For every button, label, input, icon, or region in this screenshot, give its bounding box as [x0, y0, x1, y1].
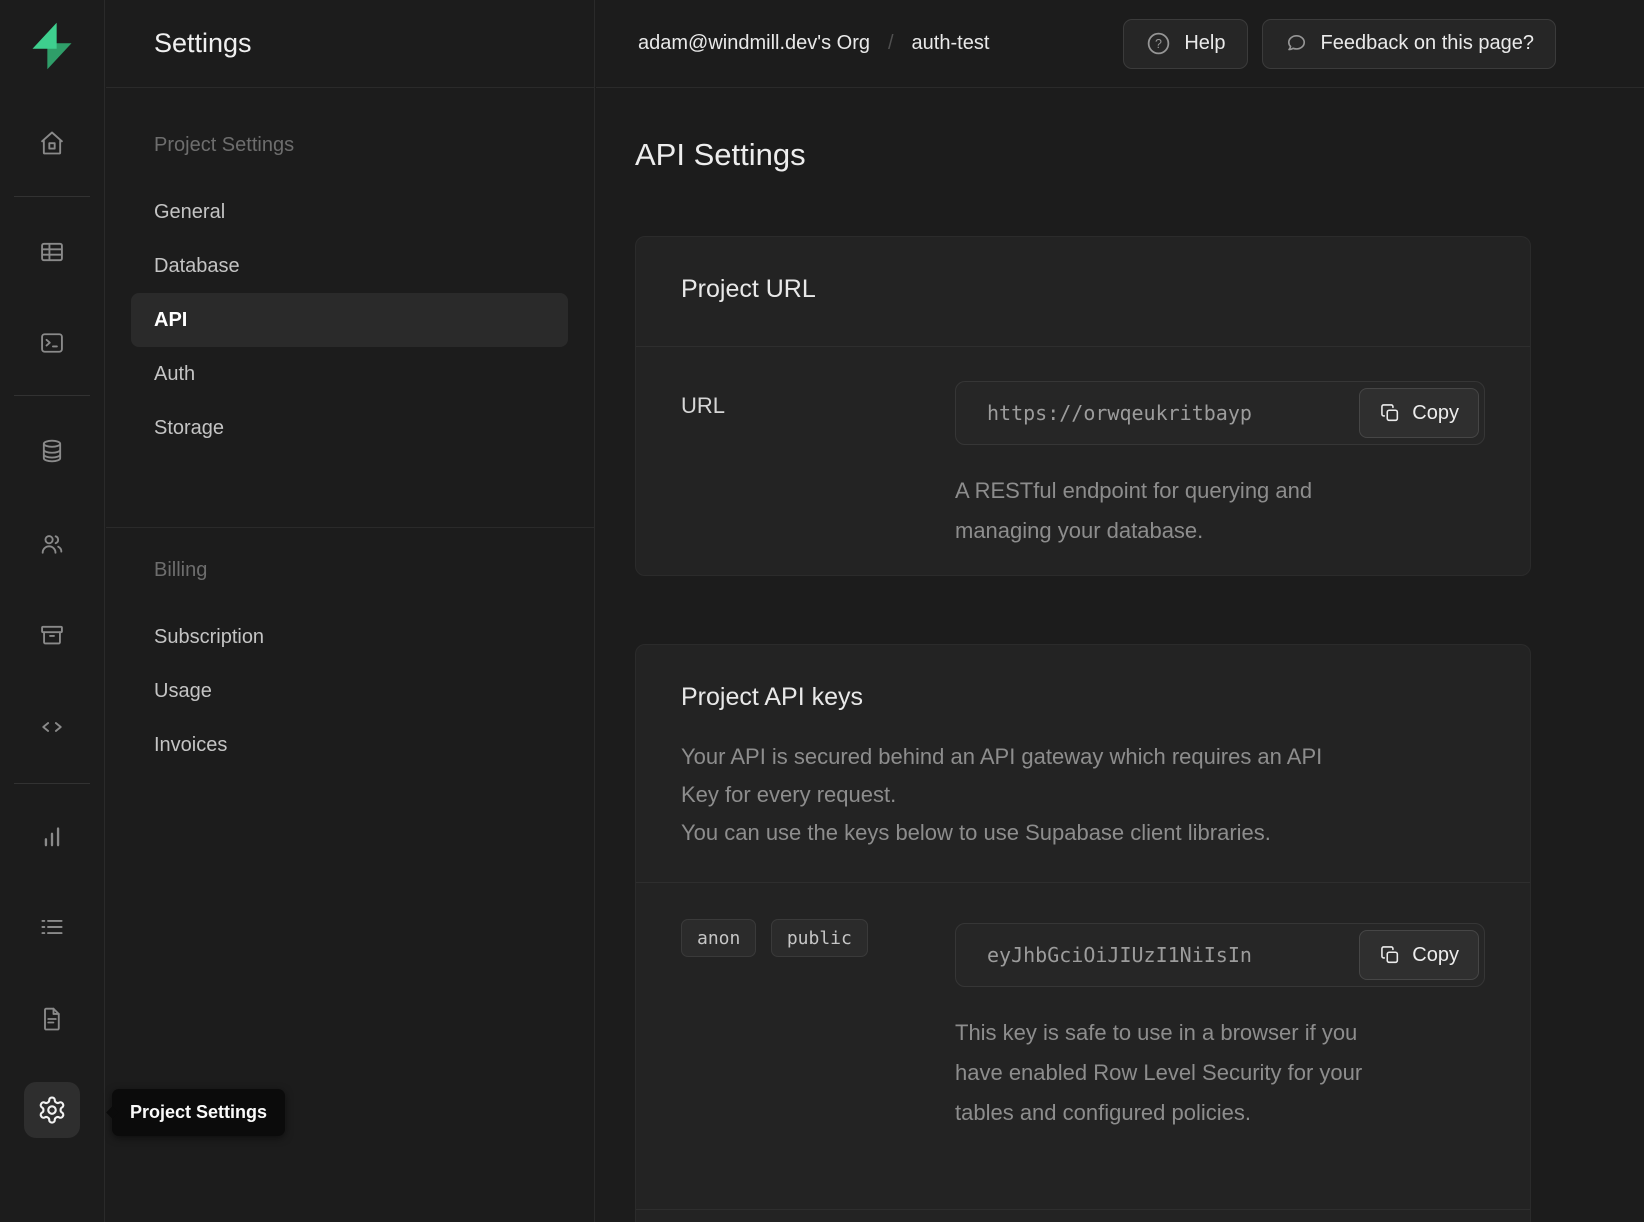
sidebar-item-database[interactable]: Database [106, 239, 594, 293]
project-url-card-title: Project URL [636, 237, 1530, 346]
help-button[interactable]: ? Help [1123, 19, 1247, 69]
icon-rail [0, 0, 105, 1222]
edge-functions-icon[interactable] [36, 711, 68, 743]
tooltip-label: Project Settings [130, 1102, 267, 1123]
feedback-button[interactable]: Feedback on this page? [1262, 19, 1557, 69]
copy-anon-key-label: Copy [1412, 944, 1459, 967]
api-docs-icon[interactable] [36, 1003, 68, 1035]
project-settings-gear-button[interactable] [24, 1082, 80, 1138]
sidebar-item-invoices[interactable]: Invoices [106, 718, 594, 772]
copy-anon-key-button[interactable]: Copy [1359, 930, 1479, 980]
sidebar-item-usage[interactable]: Usage [106, 664, 594, 718]
sidebar-section-divider [106, 527, 594, 528]
anon-key-description: This key is safe to use in a browser if … [955, 1013, 1485, 1133]
api-keys-intro: Your API is secured behind an API gatewa… [681, 738, 1485, 852]
home-icon[interactable] [36, 127, 68, 159]
api-keys-card: Project API keys Your API is secured beh… [635, 644, 1531, 1222]
settings-sidebar: Settings Project Settings General Databa… [106, 0, 595, 1222]
project-settings-tooltip: Project Settings [112, 1089, 285, 1136]
sidebar-title: Settings [106, 0, 594, 88]
sidebar-item-subscription[interactable]: Subscription [106, 610, 594, 664]
anon-badge: anon [681, 919, 756, 957]
project-url-card: Project URL URL https://orwqeukritbayp [635, 236, 1531, 576]
copy-icon [1379, 402, 1401, 424]
sidebar-item-storage[interactable]: Storage [106, 401, 594, 455]
copy-url-button[interactable]: Copy [1359, 388, 1479, 438]
breadcrumb-org[interactable]: adam@windmill.dev's Org [638, 32, 870, 55]
section-heading-project-settings: Project Settings [106, 133, 594, 157]
feedback-label: Feedback on this page? [1321, 32, 1535, 55]
breadcrumb-project[interactable]: auth-test [912, 32, 990, 55]
table-editor-icon[interactable] [36, 236, 68, 268]
help-label: Help [1184, 32, 1225, 55]
settings-nav: Project Settings General Database API Au… [106, 88, 594, 772]
storage-icon[interactable] [36, 619, 68, 651]
rail-divider [14, 783, 90, 784]
copy-icon [1379, 944, 1401, 966]
public-badge: public [771, 919, 868, 957]
svg-text:?: ? [1155, 37, 1162, 51]
sidebar-item-general[interactable]: General [106, 185, 594, 239]
gear-icon [37, 1095, 67, 1125]
reports-icon[interactable] [36, 821, 68, 853]
auth-users-icon[interactable] [36, 528, 68, 560]
project-url-field[interactable]: https://orwqeukritbayp Copy [955, 381, 1485, 445]
sql-editor-icon[interactable] [36, 327, 68, 359]
anon-key-field[interactable]: eyJhbGciOiJIUzI1NiIsIn Copy [955, 923, 1485, 987]
rail-divider [14, 196, 90, 197]
page-title: API Settings [635, 137, 1644, 173]
anon-key-value: eyJhbGciOiJIUzI1NiIsIn [987, 943, 1252, 967]
speech-bubble-icon [1284, 31, 1309, 56]
rail-divider [14, 395, 90, 396]
api-keys-card-title: Project API keys [636, 645, 1530, 712]
main-content: API Settings Project URL URL https://orw… [596, 89, 1644, 1222]
project-url-description: A RESTful endpoint for querying and mana… [955, 471, 1485, 551]
copy-url-label: Copy [1412, 402, 1459, 425]
supabase-logo-icon[interactable] [26, 20, 78, 72]
logs-icon[interactable] [36, 911, 68, 943]
sidebar-item-api[interactable]: API [131, 293, 568, 347]
top-header: adam@windmill.dev's Org / auth-test ? He… [596, 0, 1644, 88]
breadcrumb-separator: / [888, 32, 894, 55]
next-key-row-stub [636, 1210, 1530, 1222]
url-label: URL [681, 381, 955, 419]
database-icon[interactable] [36, 435, 68, 467]
sidebar-item-auth[interactable]: Auth [106, 347, 594, 401]
project-url-value: https://orwqeukritbayp [987, 401, 1252, 425]
section-heading-billing: Billing [106, 558, 594, 582]
help-icon: ? [1145, 30, 1172, 57]
